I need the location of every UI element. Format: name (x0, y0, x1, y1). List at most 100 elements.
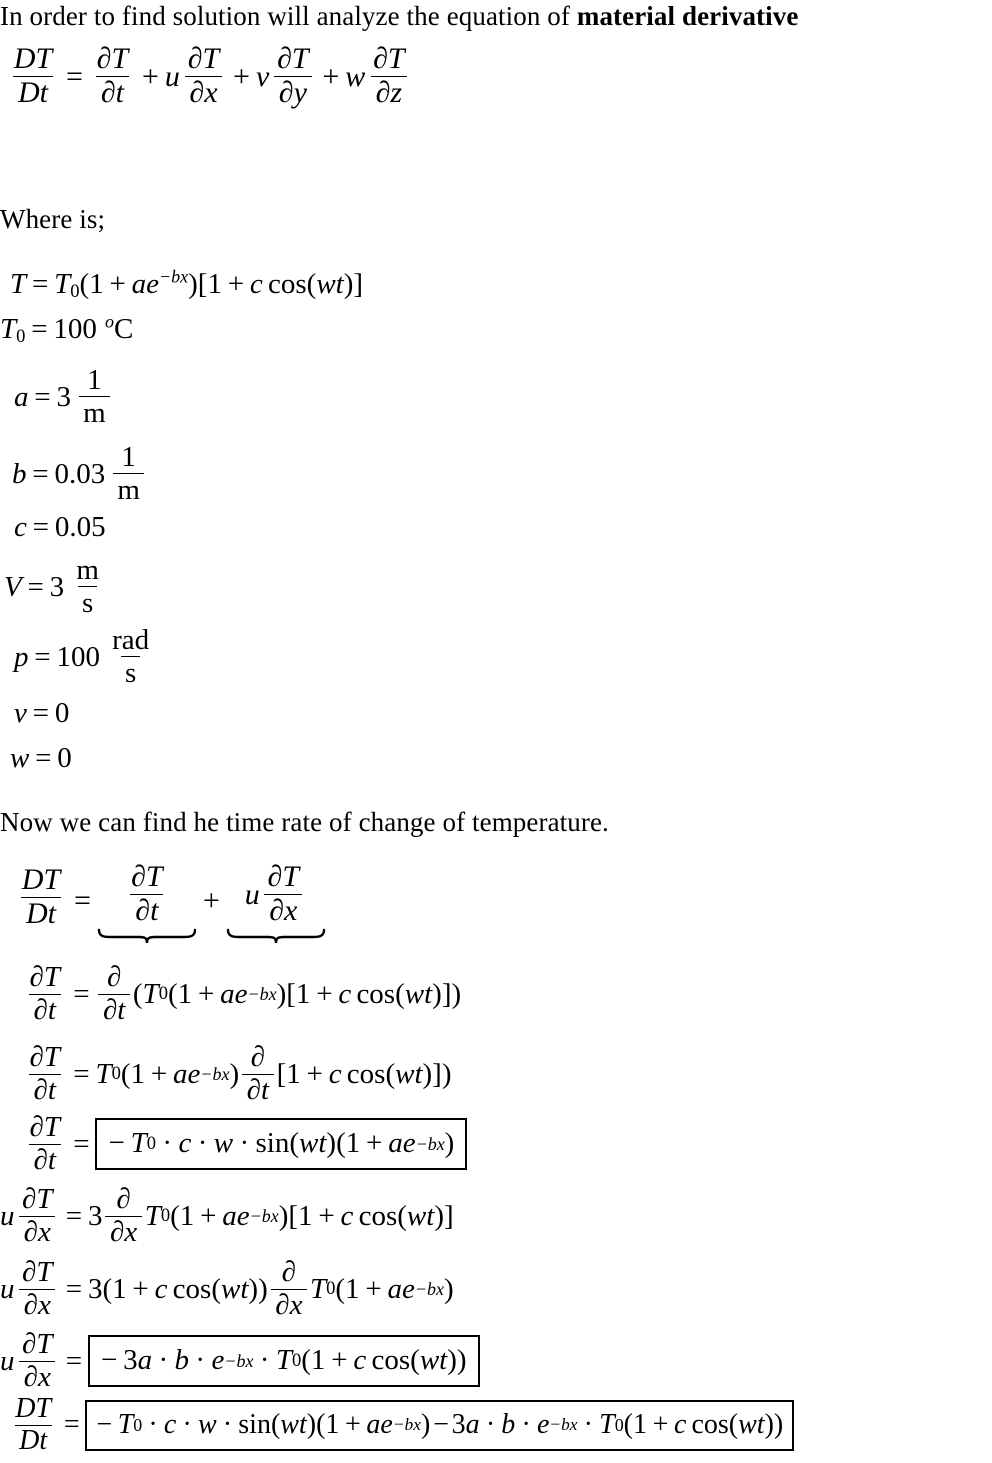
d5-equals: = (65, 1199, 83, 1232)
md-equals: = (65, 59, 83, 93)
d7-boxed-result: −3 a · b · e −bx · T 0 (1 + c cos(wt)) (87, 1335, 480, 1388)
md-term-2-denominator: ∂y (273, 75, 312, 109)
d6-lhs-numerator: ∂T (22, 1256, 53, 1288)
md-term-1-coefficient: u (164, 59, 180, 93)
given-a-unit-denominator: m (79, 396, 110, 428)
given-b: b = 0.03 1 m (12, 441, 144, 505)
given-w: w = 0 (10, 742, 72, 775)
derivation-line-4: ∂T ∂t = − T 0 · c · w · sin(wt)(1 + ae −bx) (22, 1111, 468, 1176)
derivation-line-7: u ∂T ∂x = −3 a · b · e −bx · T 0 (1 + c cos(wt)) (0, 1329, 480, 1393)
given-b-equals: = (32, 457, 49, 490)
d6-lhs-fraction: ∂T ∂x (17, 1256, 57, 1321)
given-V: V = 3 m s (4, 555, 103, 618)
given-b-value: 0.03 (54, 457, 106, 490)
degree-icon: o (104, 311, 114, 332)
underbrace-icon-1 (97, 928, 197, 944)
md-term-3-coefficient: w (345, 59, 366, 93)
given-V-unit-denominator: s (77, 586, 98, 618)
given-b-symbol: b (12, 457, 27, 490)
d1-plus: + (202, 884, 220, 917)
d6-equals: = (65, 1272, 83, 1305)
d7-equals: = (65, 1344, 83, 1377)
md-plus-1: + (141, 59, 159, 93)
d8-boxed-final-result: − T 0 · c · w · sin(wt)(1 + ae −bx) −3 a · b · e −bx · T 0 (1 +… (85, 1399, 795, 1451)
d1-underbrace-group-1: ∂T ∂t (97, 860, 197, 944)
given-c: c = 0.05 (14, 511, 106, 544)
d5-lhs-numerator: ∂T (22, 1183, 53, 1215)
d2-lhs-fraction: ∂T ∂t (25, 962, 65, 1026)
d3-lhs-fraction: ∂T ∂t (25, 1041, 65, 1106)
d2-operator-fraction: ∂ ∂t (98, 962, 130, 1026)
md-term-2-coefficient: v (255, 59, 270, 93)
d6-lhs-denominator: ∂x (19, 1288, 56, 1321)
d2-equals: = (73, 977, 90, 1010)
d4-lhs-denominator: ∂t (28, 1143, 61, 1176)
md-term-3-denominator: ∂z (370, 75, 407, 109)
d1-term2-denominator: ∂x (264, 893, 303, 927)
given-w-symbol: w (10, 742, 30, 774)
d7-lhs: u ∂T ∂x (0, 1329, 60, 1393)
given-b-unit: 1 m (113, 441, 144, 505)
d1-lhs-numerator: DT (21, 863, 61, 896)
given-p-unit-denominator: s (120, 656, 141, 688)
given-T0-equals: = (31, 313, 48, 345)
given-T0-symbol: T0 (0, 313, 26, 348)
given-a-equals: = (34, 380, 51, 413)
given-w-value: 0 (57, 742, 72, 774)
material-derivative-equation: DT Dt = ∂T ∂t + u ∂T ∂x + v ∂T ∂y + w ∂T… (6, 42, 412, 109)
d3-equals: = (73, 1057, 90, 1090)
d4-lhs-numerator: ∂T (29, 1111, 60, 1143)
given-T-value: T0(1 + ae−bx)[1 + c cos(wt)] (54, 266, 364, 303)
derivation-line-5: u ∂T ∂x = 3 ∂ ∂x T 0 (1 + ae −bx)[1 + c cos(wt)] (0, 1183, 454, 1248)
d8-lhs-fraction: DT Dt (11, 1394, 56, 1456)
d5-lhs-fraction: ∂T ∂x (17, 1183, 57, 1248)
d1-term2-numerator: ∂T (267, 860, 300, 893)
md-term-2-fraction: ∂T ∂y (272, 43, 313, 109)
d7-lhs-coefficient: u (0, 1344, 15, 1377)
given-c-value: 0.05 (54, 511, 106, 543)
d6-operator-fraction: ∂ ∂x (270, 1257, 308, 1321)
given-b-unit-numerator: 1 (121, 441, 136, 473)
d4-equals: = (73, 1127, 90, 1160)
d3-lhs-numerator: ∂T (29, 1041, 60, 1073)
d3-operator-fraction: ∂ ∂t (242, 1042, 274, 1106)
md-plus-2: + (233, 59, 250, 93)
d5-lhs: u ∂T ∂x (0, 1183, 60, 1248)
d4-boxed-result: − T 0 · c · w · sin(wt)(1 + ae −bx) (95, 1118, 468, 1171)
md-term-3-fraction: ∂T ∂z (368, 43, 409, 109)
given-p-unit: rad s (108, 624, 153, 688)
given-T0: T0 = 100 oC (0, 311, 133, 348)
given-p-unit-numerator: rad (112, 624, 150, 656)
given-p: p = 100 rad s (14, 624, 153, 688)
d4-lhs-fraction: ∂T ∂t (25, 1111, 65, 1176)
given-T0-value: 100 (53, 313, 97, 345)
given-V-unit: m s (72, 555, 103, 618)
given-v-symbol: v (14, 697, 27, 729)
given-V-equals: = (27, 570, 44, 603)
d1-term1-denominator: ∂t (130, 893, 164, 927)
given-p-value: 100 (56, 640, 100, 673)
d6-lhs-coefficient: u (0, 1272, 15, 1305)
d1-term2-coefficient: u (244, 877, 260, 911)
d1-lhs-denominator: Dt (21, 896, 61, 930)
d8-equals: = (63, 1409, 80, 1441)
derivation-line-6: u ∂T ∂x = 3(1 + c cos(wt)) ∂ ∂x T 0 (1 + ae −bx) (0, 1256, 454, 1321)
d3-lhs-denominator: ∂t (28, 1073, 61, 1106)
given-a-unit-numerator: 1 (87, 364, 102, 396)
intro-text: In order to find solution will analyze t… (0, 1, 577, 31)
given-T-symbol: T (10, 268, 27, 300)
d3-rhs: T 0 (1 + ae −bx) ∂ ∂t [1 + c cos(wt)]) (95, 1041, 452, 1107)
given-a-symbol: a (14, 380, 29, 413)
md-plus-3: + (322, 59, 340, 93)
md-term-1-fraction: ∂T ∂x (183, 43, 224, 109)
given-c-equals: = (32, 511, 50, 543)
d1-term1-numerator: ∂T (131, 860, 163, 893)
md-term-0-denominator: ∂t (96, 75, 129, 109)
given-p-equals: = (34, 640, 51, 673)
md-lhs-numerator: DT (13, 42, 53, 75)
given-T-equals: = (31, 268, 49, 300)
md-term-0-fraction: ∂T ∂t (92, 43, 133, 109)
given-b-unit-denominator: m (113, 473, 144, 505)
d2-rhs: ∂ ∂t (T 0 (1 + ae −bx)[1 + c cos(wt)]) (95, 962, 461, 1026)
derivation-line-2: ∂T ∂t = ∂ ∂t (T 0 (1 + ae −bx)[1 + c cos(wt)]) (22, 962, 461, 1026)
